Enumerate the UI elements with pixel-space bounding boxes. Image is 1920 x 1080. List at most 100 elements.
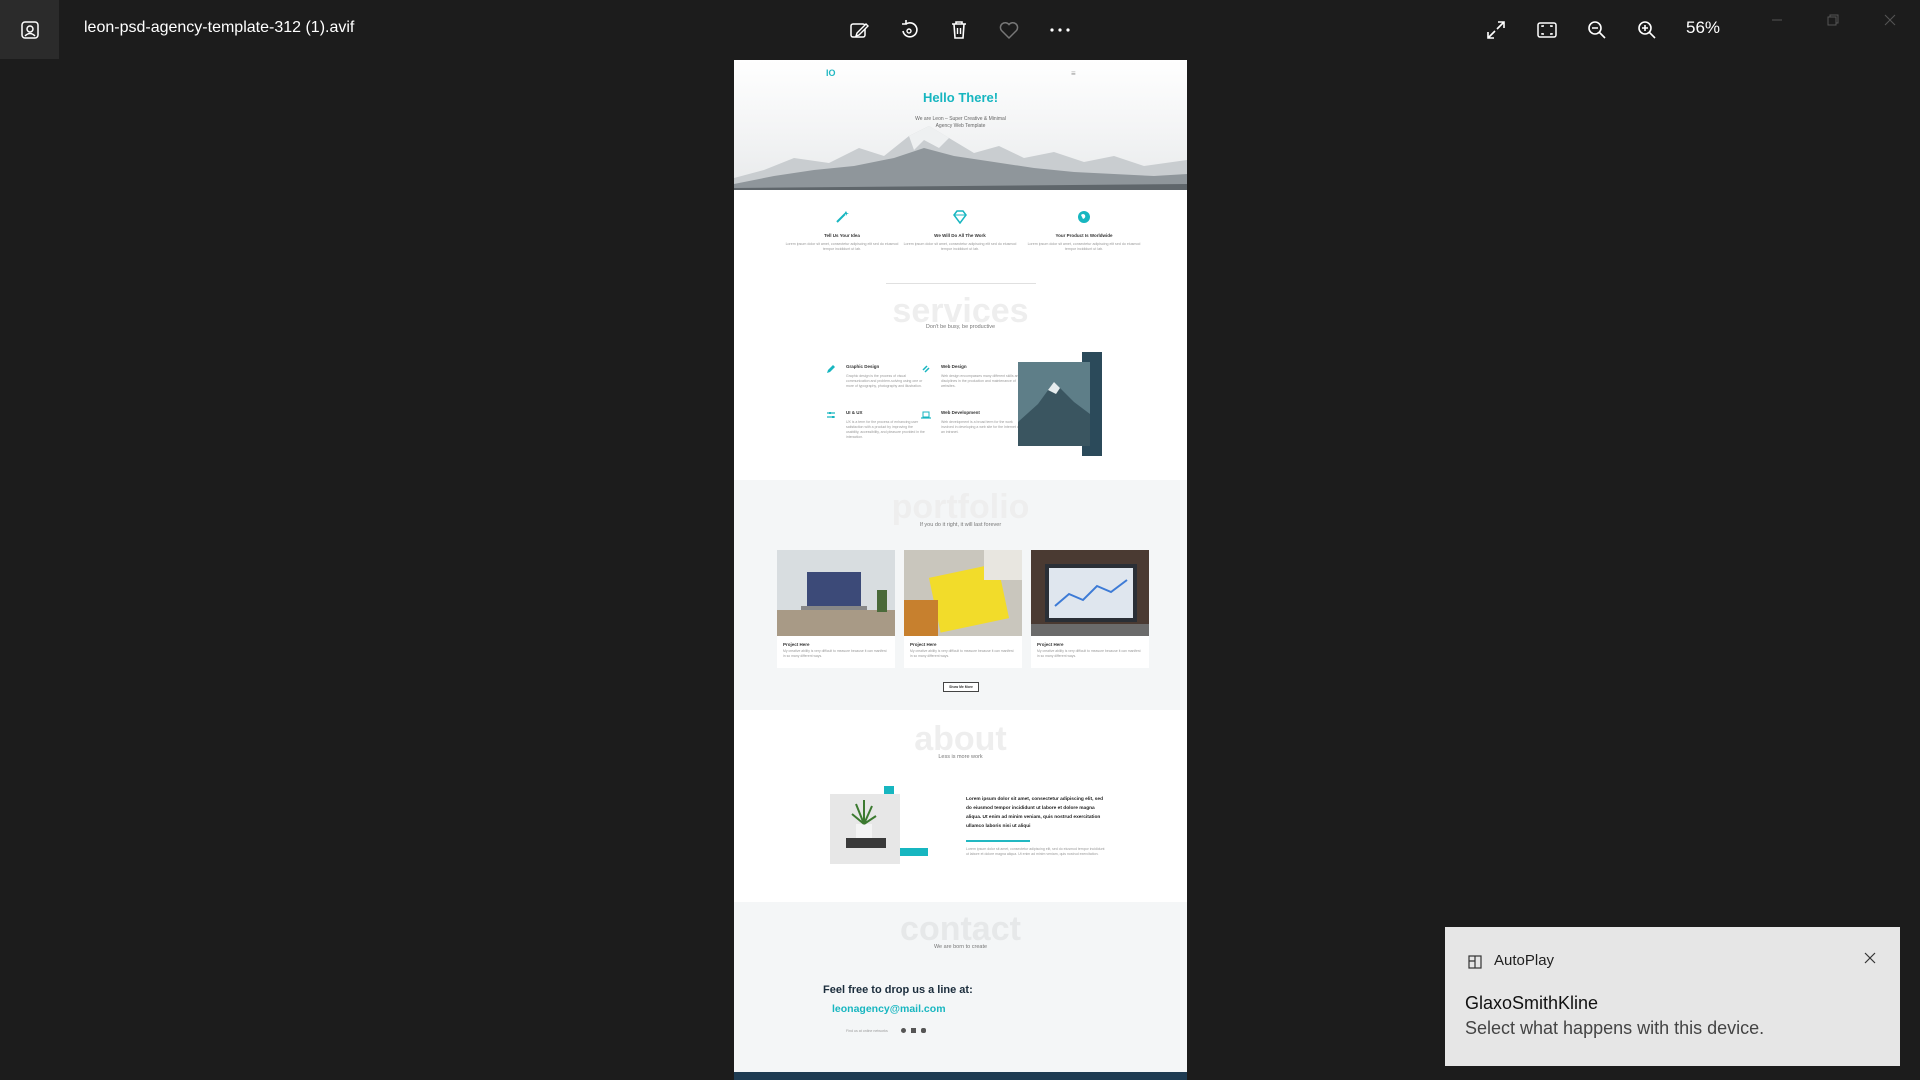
magic-wand-icon xyxy=(836,211,849,223)
twitter-icon[interactable] xyxy=(921,1028,926,1033)
toast-title: GlaxoSmithKline xyxy=(1465,993,1599,1013)
plant-photo xyxy=(830,786,928,864)
fullscreen-button[interactable] xyxy=(1480,14,1512,46)
hero-section: IO ≡ Hello There! We are Leon – Super Cr… xyxy=(734,60,1187,190)
behance-icon[interactable] xyxy=(911,1028,916,1033)
project-card[interactable]: Project Here My creative ability is very… xyxy=(904,550,1022,668)
feature-desc: Lorem ipsum dolor sit amet, consectetur … xyxy=(785,242,899,251)
favorite-button[interactable] xyxy=(993,14,1025,46)
service-desc: Web development is a broad term for the … xyxy=(941,420,1020,434)
sliders-icon xyxy=(827,412,835,418)
minimize-button[interactable] xyxy=(1757,8,1797,32)
service-item: Web Design Web design encompasses many d… xyxy=(941,364,1021,389)
close-icon xyxy=(1864,952,1876,964)
portfolio-tagline: If you do it right, it will last forever xyxy=(919,522,1002,528)
social-note: Find us at online networks xyxy=(846,1029,888,1033)
laptop-dashboard-photo xyxy=(1031,550,1149,636)
laptop-icon xyxy=(921,411,931,419)
services-tagline: Don't be busy, be productive xyxy=(925,324,996,330)
service-desc: UX is a term for the process of enhancin… xyxy=(846,420,925,439)
fit-to-window-icon xyxy=(1537,22,1557,38)
feature-title: We Will Do All The Work xyxy=(934,233,986,238)
project-title: Project Here xyxy=(910,642,937,647)
show-more-button[interactable]: Show Me More xyxy=(943,682,979,692)
zoom-out-icon xyxy=(1588,21,1606,39)
laptop-desk-photo xyxy=(777,550,895,636)
file-name-title: leon-psd-agency-template-312 (1).avif xyxy=(84,19,355,36)
service-desc: Graphic design is the process of visual … xyxy=(846,374,923,388)
about-tagline: Less is more work xyxy=(938,754,983,760)
hero-subtitle: We are Leon – Super Creative & Minimal A… xyxy=(734,116,1187,130)
dribbble-icon[interactable] xyxy=(901,1028,906,1033)
zoom-in-icon xyxy=(1638,21,1656,39)
service-item: UI & UX UX is a term for the process of … xyxy=(846,410,926,440)
yellow-magazine-photo xyxy=(904,550,1022,636)
rotate-button[interactable] xyxy=(893,14,925,46)
zoom-in-button[interactable] xyxy=(1631,14,1663,46)
about-small-text: Lorem ipsum dolor sit amet, consectetur … xyxy=(966,847,1105,856)
section-divider xyxy=(886,283,1036,284)
favorite-icon xyxy=(999,22,1019,40)
service-item: Graphic Design Graphic design is the pro… xyxy=(846,364,926,389)
project-card[interactable]: Project Here My creative ability is very… xyxy=(777,550,895,668)
close-icon xyxy=(1884,14,1896,26)
title-bar: leon-psd-agency-template-312 (1).avif 56… xyxy=(0,0,1920,60)
service-title: UI & UX xyxy=(846,410,863,415)
delete-icon xyxy=(952,21,966,39)
photos-app-icon xyxy=(20,20,39,39)
toast-close-button[interactable] xyxy=(1859,947,1881,969)
service-item: Web Development Web development is a bro… xyxy=(941,410,1021,435)
more-options-icon xyxy=(1050,28,1070,32)
more-options-button[interactable] xyxy=(1044,14,1076,46)
about-accent-line xyxy=(966,840,1030,842)
rotate-icon xyxy=(902,20,918,38)
project-desc: My creative ability is very difficult to… xyxy=(1037,649,1141,658)
link-icon xyxy=(922,365,930,373)
social-icons xyxy=(901,1028,926,1033)
toast-message: Select what happens with this device. xyxy=(1465,1018,1765,1038)
close-window-button[interactable] xyxy=(1870,8,1910,32)
site-logo: IO xyxy=(826,68,836,78)
hero-title: Hello There! xyxy=(922,90,999,105)
minimize-icon xyxy=(1772,19,1782,21)
edit-image-button[interactable] xyxy=(843,14,875,46)
globe-icon xyxy=(1078,211,1090,223)
fit-to-window-button[interactable] xyxy=(1531,14,1563,46)
zoom-out-button[interactable] xyxy=(1581,14,1613,46)
project-title: Project Here xyxy=(1037,642,1064,647)
autoplay-notification[interactable]: AutoPlay GlaxoSmithKline Select what hap… xyxy=(1445,927,1900,1066)
feature-title: Tell Us Your Idea xyxy=(824,233,860,238)
delete-button[interactable] xyxy=(943,14,975,46)
feature-title: Your Product Is Worldwide xyxy=(1055,233,1113,238)
project-title: Project Here xyxy=(783,642,810,647)
contact-headline: Feel free to drop us a line at: xyxy=(823,984,973,996)
toast-app-name: AutoPlay xyxy=(1494,952,1555,969)
hero-subtitle-line: We are Leon – Super Creative & Minimal xyxy=(915,116,1006,122)
hamburger-menu-icon: ≡ xyxy=(1071,69,1076,78)
service-title: Graphic Design xyxy=(846,364,880,369)
service-title: Web Design xyxy=(941,364,967,369)
restore-icon xyxy=(1827,14,1839,26)
feature-desc: Lorem ipsum dolor sit amet, consectetur … xyxy=(903,242,1017,251)
app-menu-button[interactable] xyxy=(0,0,59,59)
pencil-icon xyxy=(827,365,835,373)
contact-tagline: We are born to create xyxy=(933,944,988,950)
fullscreen-icon xyxy=(1487,21,1505,39)
service-title: Web Development xyxy=(941,410,980,415)
mountain-photo xyxy=(1018,352,1102,456)
footer-bar xyxy=(734,1072,1187,1080)
zoom-level[interactable]: 56% xyxy=(1686,18,1720,38)
restore-button[interactable] xyxy=(1813,8,1853,32)
project-desc: My creative ability is very difficult to… xyxy=(910,649,1014,658)
feature-item: We Will Do All The Work Lorem ipsum dolo… xyxy=(900,210,1020,252)
about-bold-text: Lorem ipsum dolor sit amet, consectetur … xyxy=(966,797,1104,829)
feature-item: Tell Us Your Idea Lorem ipsum dolor sit … xyxy=(782,210,902,252)
autoplay-icon xyxy=(1468,955,1482,969)
contact-email-link[interactable]: leonagency@mail.com xyxy=(832,1003,946,1015)
service-desc: Web design encompasses many different sk… xyxy=(941,374,1021,388)
image-canvas[interactable]: IO ≡ Hello There! We are Leon – Super Cr… xyxy=(734,60,1187,1080)
diamond-icon xyxy=(953,210,967,225)
project-desc: My creative ability is very difficult to… xyxy=(783,649,887,658)
project-card[interactable]: Project Here My creative ability is very… xyxy=(1031,550,1149,668)
hero-subtitle-line: Agency Web Template xyxy=(935,123,986,129)
